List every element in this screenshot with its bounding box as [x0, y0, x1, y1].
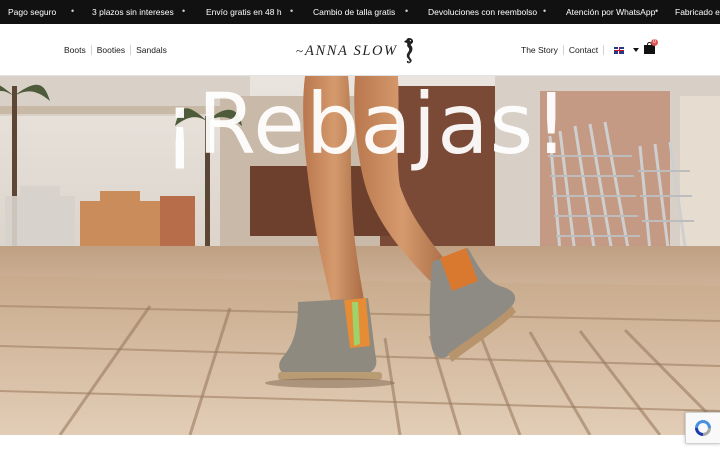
page-bottom-strip — [0, 435, 720, 450]
announcement-size-change: Cambio de talla gratis — [313, 7, 396, 17]
nav-divider — [562, 45, 564, 55]
nav-divider — [130, 45, 132, 55]
cart-count-badge: 0 — [651, 39, 658, 46]
shopping-bag-body — [644, 45, 655, 54]
announcement-installments: 3 plazos sin intereses — [92, 7, 174, 17]
logo-tilde: ~ — [296, 43, 304, 58]
primary-nav: Boots Booties Sandals — [64, 45, 167, 55]
separator-dot: • — [182, 6, 186, 16]
separator-dot: • — [543, 6, 547, 16]
nav-divider — [90, 45, 92, 55]
announcement-returns: Devoluciones con reembolso — [428, 7, 538, 17]
separator-dot: • — [290, 6, 294, 16]
nav-link-the-story[interactable]: The Story — [521, 45, 558, 55]
seahorse-icon — [404, 38, 413, 64]
nav-link-boots[interactable]: Boots — [64, 45, 86, 55]
separator-dot: • — [405, 6, 409, 16]
nav-link-booties[interactable]: Booties — [97, 45, 125, 55]
language-dropdown-caret-icon[interactable] — [633, 48, 640, 52]
separator-dot: • — [655, 6, 659, 16]
announcement-free-shipping: Envío gratis en 48 h — [206, 7, 282, 17]
site-header: Boots Booties Sandals ~ ANNA SLOW The St… — [0, 24, 720, 76]
recaptcha-badge[interactable] — [685, 412, 720, 444]
nav-divider — [603, 45, 605, 55]
nav-link-sandals[interactable]: Sandals — [136, 45, 167, 55]
hero-headline: ¡Rebajas! — [163, 76, 569, 173]
announcement-bar: Pago seguro • 3 plazos sin intereses • E… — [0, 0, 720, 24]
announcement-whatsapp: Atención por WhatsApp — [566, 7, 656, 17]
separator-dot: • — [71, 6, 75, 16]
uk-flag-icon[interactable] — [614, 46, 625, 54]
cart-button[interactable]: 0 — [644, 39, 658, 54]
logo-text: ANNA SLOW — [305, 42, 398, 59]
announcement-secure-payment: Pago seguro — [8, 7, 57, 17]
announcement-made-in: Fabricado en — [675, 7, 720, 17]
hero-banner[interactable]: ¡Rebajas! — [0, 76, 720, 435]
recaptcha-icon — [695, 420, 711, 436]
nav-link-contact[interactable]: Contact — [569, 45, 598, 55]
brand-logo[interactable]: ~ ANNA SLOW — [296, 36, 415, 66]
secondary-nav: The Story Contact — [521, 45, 640, 55]
